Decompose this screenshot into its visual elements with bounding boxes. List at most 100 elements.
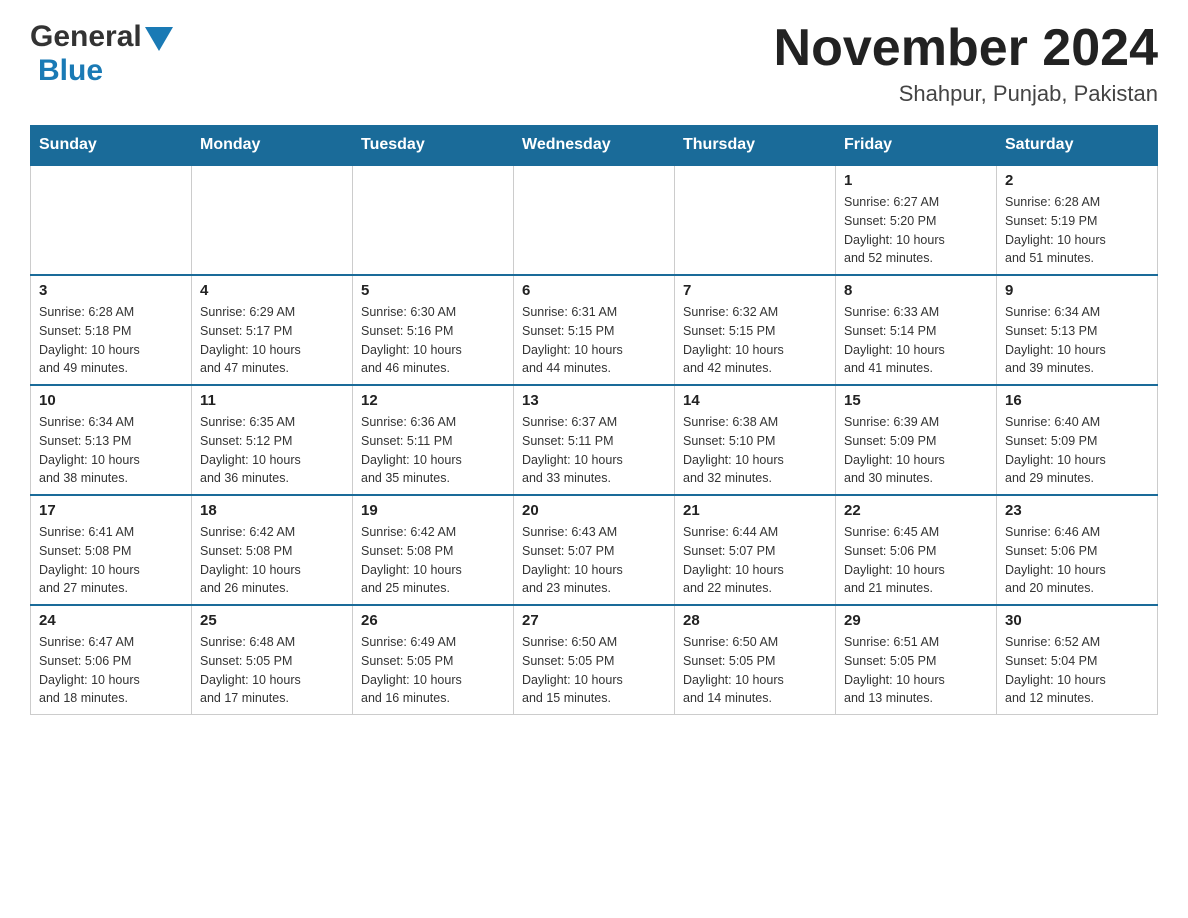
day-number: 20	[522, 502, 666, 519]
calendar-cell: 13Sunrise: 6:37 AMSunset: 5:11 PMDayligh…	[514, 385, 675, 495]
calendar-cell: 1 Sunrise: 6:27 AMSunset: 5:20 PMDaylight…	[836, 165, 997, 275]
calendar-week-row: 17Sunrise: 6:41 AMSunset: 5:08 PMDayligh…	[31, 495, 1158, 605]
day-number: 3	[39, 282, 183, 299]
day-info: Sunrise: 6:44 AMSunset: 5:07 PMDaylight:…	[683, 523, 827, 598]
day-info: Sunrise: 6:27 AMSunset: 5:20 PMDaylight:…	[844, 193, 988, 268]
day-info: Sunrise: 6:49 AMSunset: 5:05 PMDaylight:…	[361, 633, 505, 708]
calendar-cell: 6Sunrise: 6:31 AMSunset: 5:15 PMDaylight…	[514, 275, 675, 385]
day-number: 28	[683, 612, 827, 629]
day-info: Sunrise: 6:29 AMSunset: 5:17 PMDaylight:…	[200, 303, 344, 378]
logo-triangle-icon	[145, 27, 173, 51]
title-section: November 2024 Shahpur, Punjab, Pakistan	[774, 20, 1158, 107]
calendar-cell: 30 Sunrise: 6:52 AMSunset: 5:04 PMDayligh…	[997, 605, 1158, 715]
calendar-cell: 27Sunrise: 6:50 AMSunset: 5:05 PMDayligh…	[514, 605, 675, 715]
day-info: Sunrise: 6:36 AMSunset: 5:11 PMDaylight:…	[361, 413, 505, 488]
day-number: 12	[361, 392, 505, 409]
logo-blue-text: Blue	[38, 54, 103, 88]
weekday-header-row: SundayMondayTuesdayWednesdayThursdayFrid…	[31, 126, 1158, 166]
day-info: Sunrise: 6:52 AMSunset: 5:04 PMDaylight:…	[1005, 633, 1149, 708]
calendar-cell: 18 Sunrise: 6:42 AMSunset: 5:08 PMDayligh…	[192, 495, 353, 605]
day-info: Sunrise: 6:30 AMSunset: 5:16 PMDaylight:…	[361, 303, 505, 378]
day-info: Sunrise: 6:37 AMSunset: 5:11 PMDaylight:…	[522, 413, 666, 488]
weekday-header-wednesday: Wednesday	[514, 126, 675, 166]
day-number: 26	[361, 612, 505, 629]
day-number: 18	[200, 502, 344, 519]
day-number: 15	[844, 392, 988, 409]
weekday-header-saturday: Saturday	[997, 126, 1158, 166]
calendar-cell: 25 Sunrise: 6:48 AMSunset: 5:05 PMDayligh…	[192, 605, 353, 715]
day-number: 14	[683, 392, 827, 409]
day-info: Sunrise: 6:33 AMSunset: 5:14 PMDaylight:…	[844, 303, 988, 378]
calendar-cell: 2 Sunrise: 6:28 AMSunset: 5:19 PMDaylight…	[997, 165, 1158, 275]
day-info: Sunrise: 6:32 AMSunset: 5:15 PMDaylight:…	[683, 303, 827, 378]
calendar-cell: 11 Sunrise: 6:35 AMSunset: 5:12 PMDayligh…	[192, 385, 353, 495]
calendar-cell: 20 Sunrise: 6:43 AMSunset: 5:07 PMDayligh…	[514, 495, 675, 605]
day-info: Sunrise: 6:51 AMSunset: 5:05 PMDaylight:…	[844, 633, 988, 708]
day-number: 30	[1005, 612, 1149, 629]
calendar-cell: 19 Sunrise: 6:42 AMSunset: 5:08 PMDayligh…	[353, 495, 514, 605]
calendar-cell: 10 Sunrise: 6:34 AMSunset: 5:13 PMDayligh…	[31, 385, 192, 495]
day-number: 1	[844, 172, 988, 189]
calendar-cell	[31, 165, 192, 275]
logo: General Blue	[30, 20, 173, 88]
calendar-cell: 24 Sunrise: 6:47 AMSunset: 5:06 PMDayligh…	[31, 605, 192, 715]
day-info: Sunrise: 6:45 AMSunset: 5:06 PMDaylight:…	[844, 523, 988, 598]
day-number: 21	[683, 502, 827, 519]
calendar-cell	[514, 165, 675, 275]
day-number: 10	[39, 392, 183, 409]
day-info: Sunrise: 6:39 AMSunset: 5:09 PMDaylight:…	[844, 413, 988, 488]
day-info: Sunrise: 6:47 AMSunset: 5:06 PMDaylight:…	[39, 633, 183, 708]
day-number: 22	[844, 502, 988, 519]
month-title: November 2024	[774, 20, 1158, 77]
calendar-table: SundayMondayTuesdayWednesdayThursdayFrid…	[30, 125, 1158, 715]
calendar-cell: 8 Sunrise: 6:33 AMSunset: 5:14 PMDaylight…	[836, 275, 997, 385]
day-number: 4	[200, 282, 344, 299]
calendar-cell: 17Sunrise: 6:41 AMSunset: 5:08 PMDayligh…	[31, 495, 192, 605]
calendar-cell: 28 Sunrise: 6:50 AMSunset: 5:05 PMDayligh…	[675, 605, 836, 715]
calendar-cell: 23Sunrise: 6:46 AMSunset: 5:06 PMDayligh…	[997, 495, 1158, 605]
calendar-cell	[353, 165, 514, 275]
day-info: Sunrise: 6:43 AMSunset: 5:07 PMDaylight:…	[522, 523, 666, 598]
day-info: Sunrise: 6:42 AMSunset: 5:08 PMDaylight:…	[361, 523, 505, 598]
day-info: Sunrise: 6:46 AMSunset: 5:06 PMDaylight:…	[1005, 523, 1149, 598]
day-number: 17	[39, 502, 183, 519]
day-info: Sunrise: 6:34 AMSunset: 5:13 PMDaylight:…	[39, 413, 183, 488]
weekday-header-tuesday: Tuesday	[353, 126, 514, 166]
weekday-header-sunday: Sunday	[31, 126, 192, 166]
day-number: 11	[200, 392, 344, 409]
calendar-cell: 22 Sunrise: 6:45 AMSunset: 5:06 PMDayligh…	[836, 495, 997, 605]
day-info: Sunrise: 6:42 AMSunset: 5:08 PMDaylight:…	[200, 523, 344, 598]
location-text: Shahpur, Punjab, Pakistan	[774, 81, 1158, 107]
calendar-week-row: 3Sunrise: 6:28 AMSunset: 5:18 PMDaylight…	[31, 275, 1158, 385]
day-info: Sunrise: 6:50 AMSunset: 5:05 PMDaylight:…	[683, 633, 827, 708]
weekday-header-thursday: Thursday	[675, 126, 836, 166]
day-number: 24	[39, 612, 183, 629]
calendar-cell: 3Sunrise: 6:28 AMSunset: 5:18 PMDaylight…	[31, 275, 192, 385]
day-number: 2	[1005, 172, 1149, 189]
calendar-cell: 9Sunrise: 6:34 AMSunset: 5:13 PMDaylight…	[997, 275, 1158, 385]
calendar-cell: 5 Sunrise: 6:30 AMSunset: 5:16 PMDaylight…	[353, 275, 514, 385]
calendar-cell: 29Sunrise: 6:51 AMSunset: 5:05 PMDayligh…	[836, 605, 997, 715]
calendar-cell: 16Sunrise: 6:40 AMSunset: 5:09 PMDayligh…	[997, 385, 1158, 495]
calendar-cell: 15 Sunrise: 6:39 AMSunset: 5:09 PMDayligh…	[836, 385, 997, 495]
calendar-cell: 4 Sunrise: 6:29 AMSunset: 5:17 PMDaylight…	[192, 275, 353, 385]
day-number: 9	[1005, 282, 1149, 299]
calendar-cell	[675, 165, 836, 275]
weekday-header-friday: Friday	[836, 126, 997, 166]
day-info: Sunrise: 6:48 AMSunset: 5:05 PMDaylight:…	[200, 633, 344, 708]
day-number: 27	[522, 612, 666, 629]
calendar-cell: 14 Sunrise: 6:38 AMSunset: 5:10 PMDayligh…	[675, 385, 836, 495]
day-number: 8	[844, 282, 988, 299]
day-info: Sunrise: 6:31 AMSunset: 5:15 PMDaylight:…	[522, 303, 666, 378]
calendar-cell: 21 Sunrise: 6:44 AMSunset: 5:07 PMDayligh…	[675, 495, 836, 605]
page-header: General Blue November 2024 Shahpur, Punj…	[30, 20, 1158, 107]
calendar-week-row: 10 Sunrise: 6:34 AMSunset: 5:13 PMDayligh…	[31, 385, 1158, 495]
day-info: Sunrise: 6:35 AMSunset: 5:12 PMDaylight:…	[200, 413, 344, 488]
weekday-header-monday: Monday	[192, 126, 353, 166]
day-number: 19	[361, 502, 505, 519]
day-number: 5	[361, 282, 505, 299]
day-number: 25	[200, 612, 344, 629]
day-info: Sunrise: 6:38 AMSunset: 5:10 PMDaylight:…	[683, 413, 827, 488]
calendar-week-row: 1 Sunrise: 6:27 AMSunset: 5:20 PMDaylight…	[31, 165, 1158, 275]
day-info: Sunrise: 6:28 AMSunset: 5:19 PMDaylight:…	[1005, 193, 1149, 268]
